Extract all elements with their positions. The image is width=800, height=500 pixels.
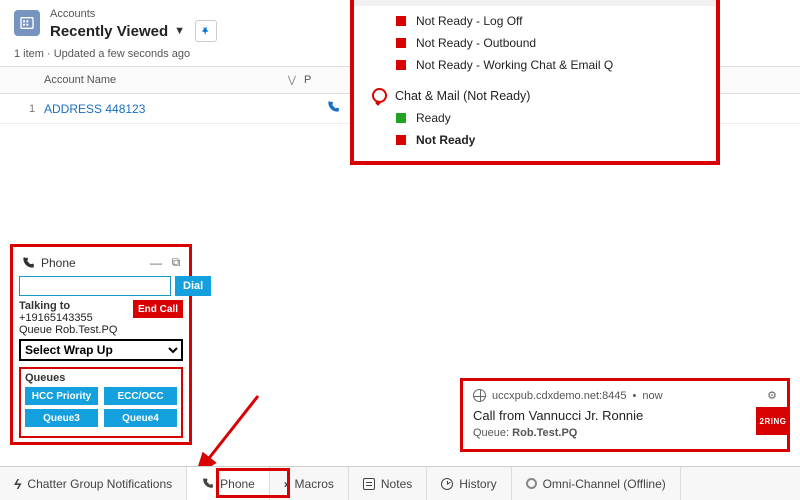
queue-button-3[interactable]: Queue3 [25, 409, 98, 427]
caller-number: +19165143355 [19, 312, 93, 324]
column-account-name[interactable]: Account Name ⋁ [44, 74, 304, 86]
queue-button-1[interactable]: HCC Priority [25, 387, 98, 405]
wrapup-select[interactable]: Select Wrap Up [19, 339, 183, 361]
row-number: 1 [20, 103, 44, 115]
status-square-icon [396, 38, 406, 48]
account-link[interactable]: ADDRESS 448123 [44, 102, 145, 116]
status-square-icon [396, 16, 406, 26]
status-square-icon [396, 135, 406, 145]
toast-time: now [642, 390, 662, 402]
status-option-working-chat[interactable]: Not Ready - Working Chat & Email Q [364, 54, 706, 76]
status-square-icon [396, 113, 406, 123]
queue-button-2[interactable]: ECC/OCC [104, 387, 177, 405]
status-option-notready[interactable]: Not Ready [364, 129, 706, 151]
queues-title: Queues [25, 372, 177, 384]
column-label: Account Name [44, 74, 116, 86]
bolt-icon: ϟ [14, 476, 21, 492]
agent-status-panel: Not Ready - Log Off Not Ready - Outbound… [350, 0, 720, 165]
active-queue: Queue Rob.Test.PQ [19, 324, 183, 336]
status-label: Not Ready [416, 133, 475, 147]
status-square-icon [396, 60, 406, 70]
pin-listview-button[interactable] [195, 20, 217, 42]
phone-icon [201, 477, 214, 490]
status-circle-icon [526, 478, 537, 489]
softphone-panel: Phone — ⧉ Dial Talking to +19165143355 E… [10, 244, 192, 445]
chat-bubble-icon [372, 88, 387, 103]
column-phone[interactable]: P [304, 74, 324, 86]
toast-title: Call from Vannucci Jr. Ronnie [473, 408, 777, 423]
status-option-logoff[interactable]: Not Ready - Log Off [364, 10, 706, 32]
dial-button[interactable]: Dial [175, 276, 211, 296]
utility-phone[interactable]: Phone [187, 467, 270, 500]
utility-chatter[interactable]: ϟ Chatter Group Notifications [0, 467, 187, 500]
status-label: Not Ready - Working Chat & Email Q [416, 58, 613, 72]
globe-icon [473, 389, 486, 402]
status-label: Ready [416, 111, 451, 125]
chat-mail-section: Chat & Mail (Not Ready) [364, 82, 706, 107]
caret-down-icon: ▼ [174, 25, 185, 37]
end-call-button[interactable]: End Call [133, 300, 183, 318]
toast-brand-badge: 2RING [756, 407, 790, 435]
listview-name: Recently Viewed [50, 23, 168, 40]
utility-label: Phone [220, 477, 255, 491]
row-phone-icon[interactable] [326, 100, 340, 117]
status-option-outbound[interactable]: Not Ready - Outbound [364, 32, 706, 54]
section-title: Chat & Mail (Not Ready) [395, 89, 530, 103]
sort-caret-icon: ⋁ [288, 75, 296, 86]
utility-bar: ϟ Chatter Group Notifications Phone » Macr… [0, 466, 800, 500]
utility-label: History [459, 477, 496, 491]
phone-icon [21, 256, 35, 270]
softphone-title: Phone [41, 256, 76, 270]
status-option-ready[interactable]: Ready [364, 107, 706, 129]
utility-omnichannel[interactable]: Omni-Channel (Offline) [512, 467, 681, 500]
dial-input[interactable] [19, 276, 171, 296]
popout-button[interactable]: ⧉ [169, 255, 183, 270]
status-label: Not Ready - Log Off [416, 14, 523, 28]
utility-label: Omni-Channel (Offline) [543, 477, 666, 491]
utility-label: Notes [381, 477, 412, 491]
queue-button-4[interactable]: Queue4 [104, 409, 177, 427]
utility-label: Chatter Group Notifications [27, 477, 172, 491]
talking-to-label: Talking to [19, 300, 93, 312]
status-label: Not Ready - Outbound [416, 36, 536, 50]
macros-icon: » [284, 477, 289, 491]
toast-subtitle: Queue: Rob.Test.PQ [473, 427, 777, 439]
incoming-call-toast: uccxpub.cdxdemo.net:8445 • now ⚙ Call fr… [460, 378, 790, 452]
clock-icon [441, 478, 453, 490]
utility-label: Macros [295, 477, 334, 491]
utility-notes[interactable]: Notes [349, 467, 427, 500]
toast-settings-icon[interactable]: ⚙ [767, 389, 777, 402]
toast-origin: uccxpub.cdxdemo.net:8445 [492, 390, 627, 402]
utility-history[interactable]: History [427, 467, 511, 500]
accounts-object-icon [14, 10, 40, 36]
minimize-button[interactable]: — [149, 256, 163, 270]
utility-macros[interactable]: » Macros [270, 467, 349, 500]
queues-box: Queues HCC Priority ECC/OCC Queue3 Queue… [19, 367, 183, 438]
notes-icon [363, 478, 375, 490]
